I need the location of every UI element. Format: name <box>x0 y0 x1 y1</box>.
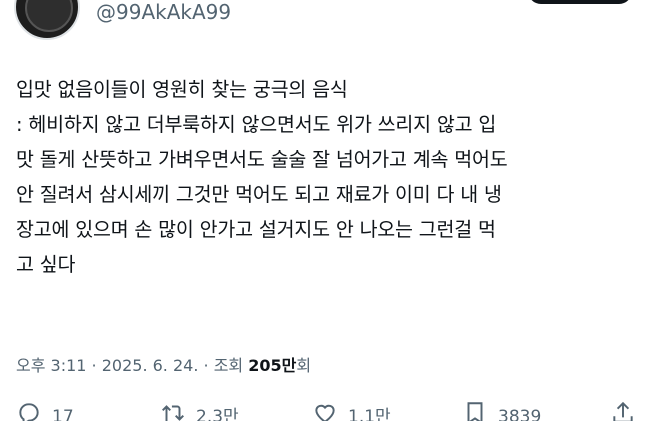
bookmark-count: 3839 <box>498 407 542 421</box>
reply-button[interactable]: 17 <box>16 400 74 421</box>
action-bar: 17 2.3만 1.1만 3839 <box>0 400 658 421</box>
post-date[interactable]: 2025. 6. 24. <box>102 356 199 375</box>
post-time[interactable]: 오후 3:11 <box>16 356 86 375</box>
tweet-line: 장고에 있으며 손 많이 안가고 설거지도 안 나오는 그런걸 먹 <box>16 218 496 241</box>
reply-count: 17 <box>52 407 74 421</box>
bookmark-icon <box>467 402 483 421</box>
avatar[interactable] <box>14 0 80 40</box>
views-label: 조회 <box>213 356 249 375</box>
tweet-line: : 헤비하지 않고 더부룩하지 않으면서도 위가 쓰리지 않고 입 <box>16 113 497 136</box>
meta-separator: · <box>86 356 102 375</box>
tweet-line: 안 질려서 삼시세끼 그것만 먹어도 되고 재료가 이미 다 내 냉 <box>16 183 502 206</box>
bookmark-button[interactable]: 3839 <box>462 400 541 421</box>
follow-button[interactable] <box>528 0 632 4</box>
views-suffix: 회 <box>296 356 312 375</box>
meta-separator: · <box>198 356 214 375</box>
like-count: 1.1만 <box>348 407 391 421</box>
repost-icon <box>162 405 184 421</box>
tweet-line: 맛 돌게 산뜻하고 가벼우면서도 술술 잘 넘어가고 계속 먹어도 <box>16 148 508 171</box>
avatar-face <box>25 0 73 32</box>
like-button[interactable]: 1.1만 <box>312 400 391 421</box>
reply-icon <box>19 403 39 421</box>
tweet-meta: 오후 3:11 · 2025. 6. 24. · 조회 205만회 <box>16 352 311 376</box>
repost-count: 2.3만 <box>196 407 239 421</box>
tweet-text: 입맛 없음이들이 영원히 찾는 궁극의 음식 : 헤비하지 않고 더부룩하지 않… <box>16 72 646 282</box>
tweet-line: 고 싶다 <box>16 253 76 276</box>
tweet-line: 입맛 없음이들이 영원히 찾는 궁극의 음식 <box>16 78 348 101</box>
user-handle[interactable]: @99AkAkA99 <box>96 0 231 24</box>
repost-button[interactable]: 2.3만 <box>160 400 239 421</box>
share-icon <box>613 401 633 421</box>
share-button[interactable] <box>610 400 636 421</box>
heart-icon <box>315 404 335 421</box>
views-count: 205만 <box>248 356 297 375</box>
